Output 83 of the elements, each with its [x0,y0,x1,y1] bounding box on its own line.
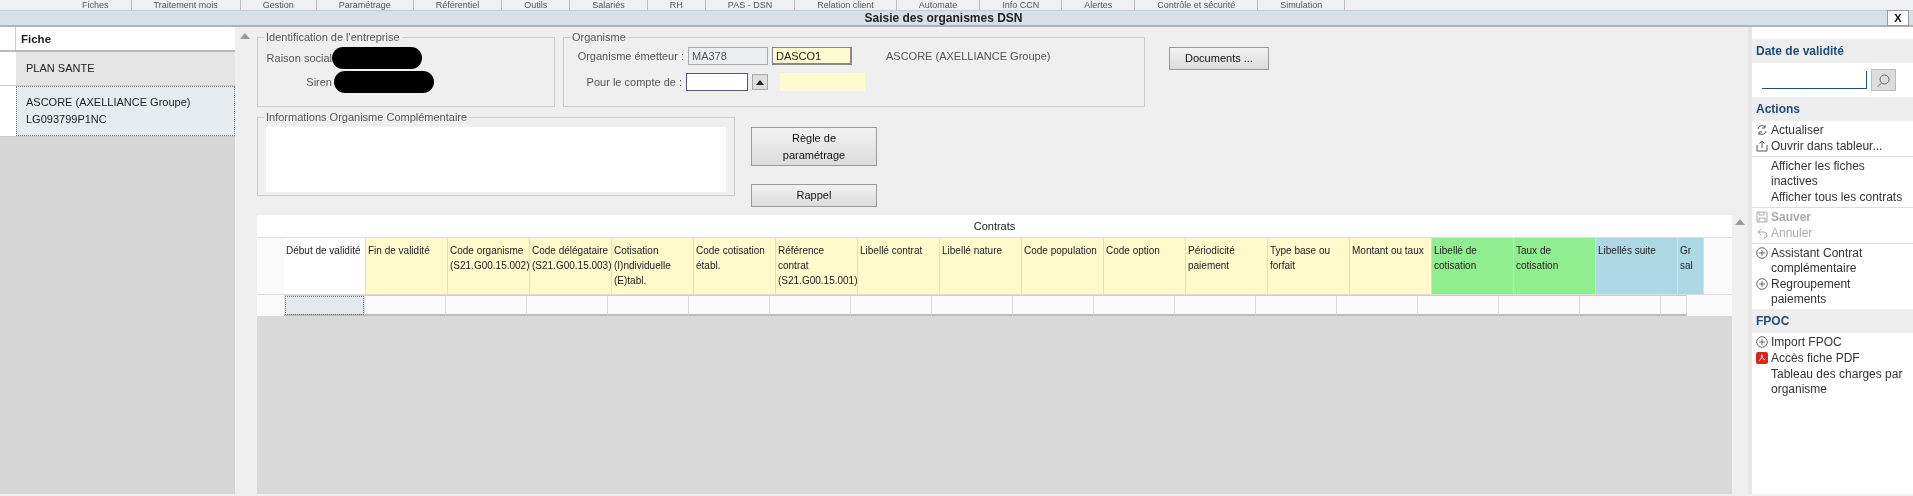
search-icon [1877,73,1890,87]
table-cell[interactable] [446,295,527,316]
table-cell[interactable] [770,295,851,316]
table-cell[interactable] [1256,295,1337,316]
section-title: FPOC [1752,309,1913,333]
export-icon [1755,140,1768,152]
documents-button[interactable]: Documents ... [1169,47,1269,70]
field-label: Siren [305,74,332,90]
table-cell[interactable] [365,295,446,316]
spin-button[interactable] [752,74,768,90]
column-header: Type base ou forfait [1268,238,1350,294]
table-cell[interactable] [932,295,1013,316]
group-title: Identification de l'entreprise [265,31,401,43]
group-title: Informations Organisme Complémentaire [265,111,469,123]
date-field[interactable] [1762,71,1867,89]
save-icon [1755,211,1768,223]
refresh-icon [1755,124,1768,136]
action-link[interactable]: Regroupement paiements [1771,277,1909,307]
plus-icon [1755,278,1768,290]
action-button[interactable]: Règle de paramétrage [751,127,877,166]
table-cell[interactable] [1013,295,1094,316]
close-button[interactable]: X [1887,10,1909,26]
column-header: Code délégataire (S21.G00.15.003) [530,238,612,294]
undo-icon [1755,227,1768,239]
scroll-up-icon[interactable] [240,33,250,39]
table-cell[interactable] [284,295,365,316]
table-cell[interactable] [1580,295,1661,316]
field-label: Pour le compte de : [585,74,682,90]
window-title: Saisie des organismes DSN [863,10,1024,27]
input-field[interactable] [780,73,865,91]
field-label: Organisme émetteur : [576,48,684,64]
table-cell[interactable] [1094,295,1175,316]
column-header: Début de validité [284,238,366,294]
table-cell[interactable] [689,295,770,316]
input-field[interactable]: DASCO1 [772,47,852,65]
action-button[interactable]: Rappel [751,184,877,207]
plus-icon [1755,247,1768,259]
column-header: Cotisation (I)ndividuelle (E)tabl. [612,238,694,294]
list-row[interactable]: ASCORE (AXELLIANCE Groupe) LG093799P1NC [16,86,235,136]
column-header: Code cotisation établ. [694,238,776,294]
action-link[interactable]: Assistant Contrat complémentaire [1771,246,1909,276]
column-header: Gr sal [1678,238,1704,294]
column-header: Fiche [20,32,53,47]
column-header: Code organisme (S21.G00.15.002) [448,238,530,294]
column-header: Libellés suite [1596,238,1678,294]
action-link[interactable]: Tableau des charges par organisme [1771,367,1909,397]
table-cell[interactable] [1661,295,1687,316]
table-cell[interactable] [1337,295,1418,316]
column-header: Fin de validité [366,238,448,294]
table-cell[interactable] [527,295,608,316]
table-cell[interactable] [1499,295,1580,316]
action-link[interactable]: Afficher tous les contrats [1771,190,1903,205]
pdf-icon [1755,352,1768,364]
table-cell[interactable] [851,295,932,316]
table-cell[interactable] [1418,295,1499,316]
table-cell[interactable] [608,295,689,316]
column-header: Taux de cotisation [1514,238,1596,294]
action-link[interactable]: Import FPOC [1771,335,1842,350]
action-link[interactable]: Ouvrir dans tableur... [1771,139,1883,154]
up-arrow-icon [756,79,764,85]
code-field[interactable]: MA378 [688,47,768,65]
column-header: Référence contrat (S21.G00.15.001) [776,238,858,294]
column-header: Périodicité paiement [1186,238,1268,294]
column-header: Libellé contrat [858,238,940,294]
action-link[interactable]: Actualiser [1771,123,1824,138]
group-title: Organisme [571,31,627,43]
section-title: Date de validité [1752,39,1913,63]
input-field[interactable] [686,73,748,91]
section-title: Actions [1752,97,1913,121]
column-header: Montant ou taux [1350,238,1432,294]
action-link[interactable]: Afficher les fiches inactives [1771,159,1909,189]
organisme-name: ASCORE (AXELLIANCE Groupe) [886,48,1051,64]
column-header: Libellé de cotisation [1432,238,1514,294]
plus-icon [1755,336,1768,348]
column-header: Code population [1022,238,1104,294]
field-label: Raison social [266,50,332,66]
table-cell[interactable] [1175,295,1256,316]
table-title: Contrats [973,219,1016,232]
column-header: Libellé nature [940,238,1022,294]
action-link[interactable]: Accès fiche PDF [1771,351,1860,366]
list-row[interactable]: PLAN SANTE [16,52,235,85]
column-header: Code option [1104,238,1186,294]
search-button[interactable] [1871,69,1896,91]
